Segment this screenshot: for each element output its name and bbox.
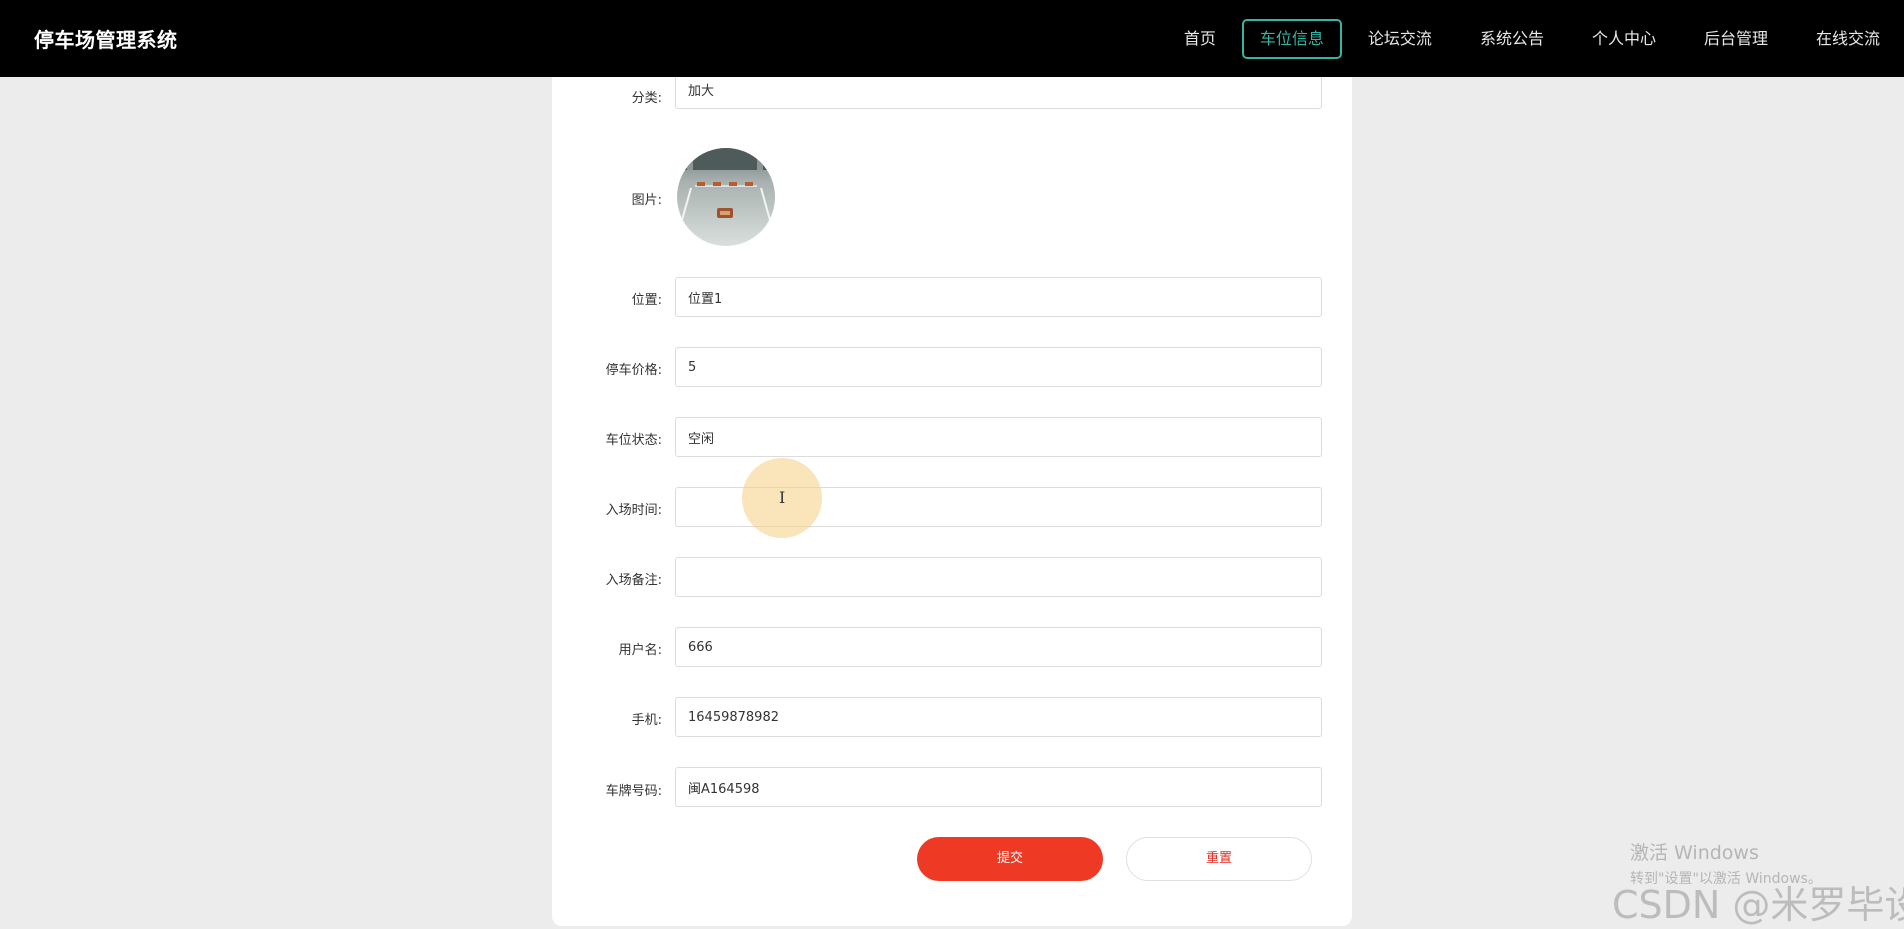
price-label: 停车价格:	[605, 363, 662, 378]
reset-button[interactable]: 重置	[1126, 837, 1312, 881]
nav-forum[interactable]: 论坛交流	[1346, 19, 1454, 59]
entry-note-label: 入场备注:	[605, 573, 662, 588]
category-label: 分类:	[631, 91, 662, 106]
entry-note-field[interactable]	[675, 557, 1322, 597]
top-nav-bar: 停车场管理系统 首页 车位信息 论坛交流 系统公告 个人中心 后台管理 在线交流	[0, 0, 1904, 77]
nav-admin[interactable]: 后台管理	[1682, 19, 1790, 59]
price-field[interactable]	[675, 347, 1322, 387]
status-field[interactable]	[675, 417, 1322, 457]
image-label: 图片:	[631, 193, 662, 208]
text-cursor-icon: I	[779, 488, 786, 507]
site-title: 停车场管理系统	[34, 28, 178, 52]
nav-home[interactable]: 首页	[1162, 19, 1238, 59]
form-card: 分类: 图片:	[552, 69, 1352, 926]
main-nav: 首页 车位信息 论坛交流 系统公告 个人中心 后台管理 在线交流	[1160, 0, 1904, 77]
nav-parking-info[interactable]: 车位信息	[1241, 18, 1342, 59]
username-label: 用户名:	[618, 643, 662, 658]
windows-activation-title: 激活 Windows	[1630, 842, 1759, 864]
nav-online-chat[interactable]: 在线交流	[1794, 19, 1902, 59]
submit-button[interactable]: 提交	[917, 837, 1103, 881]
csdn-watermark: CSDN @米罗毕设	[1612, 883, 1904, 927]
nav-announcements[interactable]: 系统公告	[1458, 19, 1566, 59]
parking-photo-icon	[677, 148, 775, 246]
nav-personal-center[interactable]: 个人中心	[1570, 19, 1678, 59]
location-field[interactable]	[675, 277, 1322, 317]
phone-label: 手机:	[631, 713, 662, 728]
parking-spot-image	[677, 148, 775, 246]
status-label: 车位状态:	[605, 433, 662, 448]
plate-label: 车牌号码:	[605, 784, 662, 799]
phone-field[interactable]	[675, 697, 1322, 737]
username-field[interactable]	[675, 627, 1322, 667]
entry-time-label: 入场时间:	[605, 503, 662, 518]
plate-field[interactable]	[675, 767, 1322, 807]
location-label: 位置:	[631, 293, 662, 308]
